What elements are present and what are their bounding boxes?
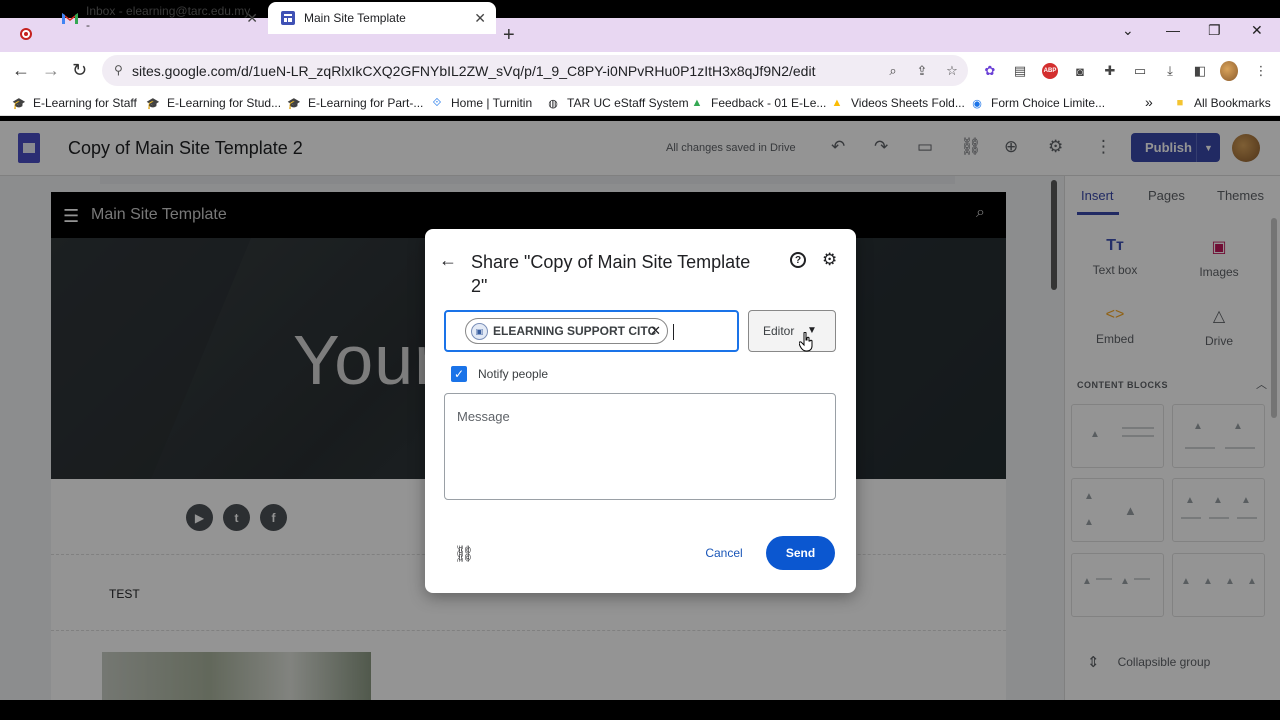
close-tab-icon[interactable]: ✕ [474, 10, 486, 27]
drive-icon: ▲ [691, 97, 703, 109]
drive-icon: ▲ [831, 97, 843, 109]
profile-avatar[interactable] [1220, 61, 1238, 81]
role-dropdown[interactable]: Editor ▼ [748, 310, 836, 352]
extensions-puzzle-icon[interactable]: ✚ [1101, 62, 1119, 80]
bookmark-item[interactable]: 🎓 E-Learning for Stud... [146, 96, 281, 110]
help-icon[interactable]: ? [790, 252, 806, 268]
message-field[interactable] [444, 393, 836, 500]
bookmarks-overflow-icon[interactable]: » [1145, 94, 1153, 110]
bookmark-star-icon[interactable]: ☆ [943, 62, 961, 80]
share-dialog-title: Share "Copy of Main Site Template 2" [471, 252, 751, 296]
close-tab-icon[interactable]: ✕ [246, 10, 258, 27]
url-text: sites.google.com/d/1ueN-LR_zqRlxIkCXQ2GF… [132, 62, 816, 79]
notify-people-label: Notify people [478, 367, 549, 381]
restore-icon[interactable]: ❐ [1208, 22, 1221, 39]
bookmark-favicon-icon: 🎓 [146, 97, 160, 110]
screen-bottom-bar [0, 700, 1280, 720]
back-arrow-icon[interactable]: ← [439, 250, 457, 271]
extension-flower-icon[interactable]: ✿ [981, 62, 999, 80]
tab-inbox[interactable]: Inbox - elearning@tarc.edu.my - ✕ [50, 2, 268, 34]
zoom-icon[interactable]: ⌕ [884, 62, 902, 80]
bookmark-item[interactable]: ▲ Feedback - 01 E-Le... [690, 96, 827, 110]
send-button[interactable]: Send [766, 536, 835, 570]
bookmark-item[interactable]: ◉ Form Choice Limite... [970, 96, 1105, 110]
extension-screen-icon[interactable]: ▤ [1011, 62, 1029, 80]
copy-link-icon[interactable]: ⛓ [454, 544, 474, 564]
adblock-icon[interactable]: ABP [1042, 63, 1058, 79]
sites-icon [280, 10, 296, 26]
new-tab-icon[interactable]: + [503, 24, 515, 47]
globe-icon: ◍ [548, 97, 558, 110]
bookmark-favicon-icon: 🎓 [12, 97, 26, 110]
all-bookmarks[interactable]: ■ All Bookmarks [1173, 96, 1271, 110]
minimize-icon[interactable]: — [1166, 22, 1180, 38]
cast-icon[interactable]: ▭ [1131, 62, 1149, 80]
back-icon[interactable]: ← [12, 60, 30, 81]
notify-people-checkbox[interactable]: ✓ [451, 366, 467, 382]
bookmark-item[interactable]: 🎓 E-Learning for Part-... [287, 96, 423, 110]
group-avatar-icon: ▣ [471, 322, 488, 340]
gmail-icon [62, 10, 78, 26]
bookmark-item[interactable]: 🎓 E-Learning for Staff [12, 96, 137, 110]
text-caret [673, 324, 674, 340]
folder-icon: ■ [1176, 97, 1184, 109]
browser-menu-icon[interactable]: ⋮ [1252, 62, 1270, 80]
tab-main-site-template[interactable]: Main Site Template ✕ [268, 2, 496, 34]
forward-icon[interactable]: → [42, 60, 60, 81]
download-icon[interactable]: ⤓ [1161, 62, 1179, 80]
tab-search-chevron-icon[interactable]: ⌄ [1122, 22, 1134, 39]
bookmark-item[interactable]: ◍ TAR UC eStaff System [546, 96, 688, 110]
bookmark-favicon-icon: 🎓 [287, 97, 301, 110]
address-bar[interactable]: ⚲ sites.google.com/d/1ueN-LR_zqRlxIkCXQ2… [102, 55, 968, 86]
tab-label: Inbox - elearning@tarc.edu.my - [86, 4, 251, 32]
close-window-icon[interactable]: ✕ [1251, 22, 1263, 39]
side-panel-icon[interactable]: ◧ [1191, 62, 1209, 80]
bookmark-item[interactable]: ▲ Videos Sheets Fold... [830, 96, 965, 110]
tab-label: Main Site Template [304, 11, 406, 25]
remove-recipient-icon[interactable]: ✕ [650, 323, 661, 339]
turnitin-icon: ⟐ [432, 96, 442, 109]
role-label: Editor [763, 324, 795, 338]
camera-icon[interactable]: ◙ [1071, 62, 1089, 80]
recording-indicator-icon [20, 28, 32, 40]
share-page-icon[interactable]: ⇪ [913, 62, 931, 80]
recipient-chip[interactable]: ▣ ELEARNING SUPPORT CITC ✕ [465, 318, 668, 344]
hand-cursor-icon [799, 332, 813, 352]
share-settings-gear-icon[interactable]: ⚙ [822, 250, 837, 270]
site-info-icon[interactable]: ⚲ [114, 63, 123, 77]
reload-icon[interactable]: ↻ [72, 60, 87, 81]
cancel-button[interactable]: Cancel [694, 539, 754, 566]
recipient-name: ELEARNING SUPPORT CITC [493, 324, 657, 338]
bookmark-item[interactable]: ⟐ Home | Turnitin [430, 96, 533, 110]
form-icon: ◉ [972, 97, 982, 110]
